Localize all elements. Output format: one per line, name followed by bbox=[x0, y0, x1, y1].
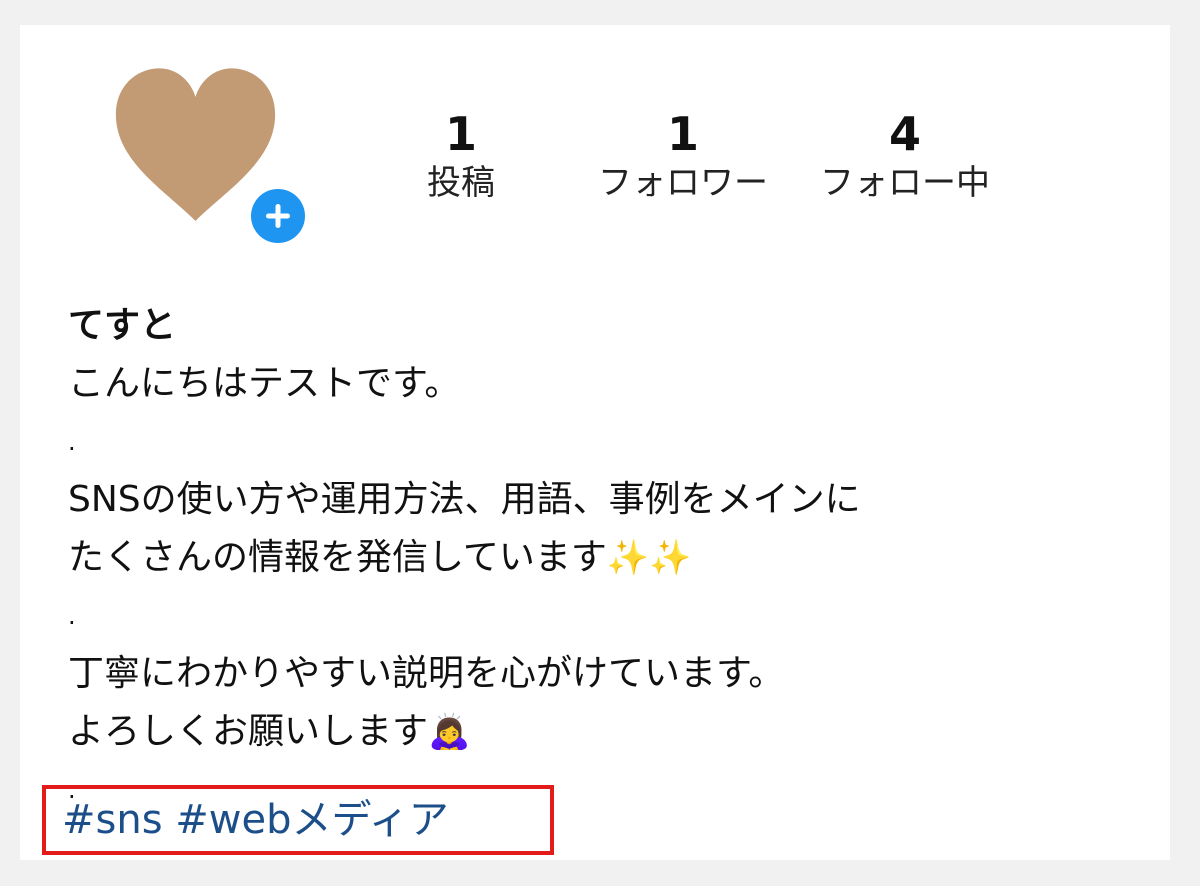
bio-line-text: たくさんの情報を発信しています bbox=[68, 537, 607, 578]
bio-line: こんにちはテストです。 bbox=[68, 363, 461, 404]
bowing-emoji: 🙇‍♀️ bbox=[428, 712, 471, 752]
bio-line-text: よろしくお願いします bbox=[68, 711, 429, 752]
bio-line-with-emoji: よろしくお願いします🙇‍♀️ bbox=[68, 703, 1148, 761]
following-label: フォロー中 bbox=[820, 163, 990, 203]
hashtag-link-webmedia[interactable]: #webメディア bbox=[175, 797, 448, 843]
bio-line-with-emoji: たくさんの情報を発信しています✨✨ bbox=[68, 529, 1148, 587]
add-story-button-circle bbox=[251, 189, 305, 243]
hashtag-list: #sns #webメディア bbox=[62, 793, 449, 847]
plus-icon bbox=[266, 204, 290, 228]
posts-stat[interactable]: 1 投稿 bbox=[351, 107, 571, 205]
hashtag-link-sns[interactable]: #sns bbox=[62, 797, 163, 843]
bio-dot: . bbox=[68, 602, 76, 630]
bio-dot: . bbox=[68, 428, 76, 456]
profile-bio: てすと こんにちはテストです。 . SNSの使い方や運用方法、用語、事例をメイン… bbox=[68, 297, 1148, 819]
sparkles-emoji: ✨✨ bbox=[606, 538, 692, 578]
posts-label: 投稿 bbox=[427, 163, 495, 203]
following-count: 4 bbox=[888, 107, 921, 161]
profile-username: てすと bbox=[68, 305, 177, 346]
bio-line: SNSの使い方や運用方法、用語、事例をメインに bbox=[68, 479, 861, 520]
followers-count: 1 bbox=[666, 107, 699, 161]
posts-count: 1 bbox=[444, 107, 477, 161]
followers-stat[interactable]: 1 フォロワー bbox=[573, 107, 793, 205]
add-story-button[interactable] bbox=[247, 185, 309, 247]
profile-card: 1 投稿 1 フォロワー 4 フォロー中 てすと こんにちはテストです。 . S… bbox=[20, 25, 1170, 860]
bio-line: 丁寧にわかりやすい説明を心がけています。 bbox=[68, 653, 785, 694]
following-stat[interactable]: 4 フォロー中 bbox=[795, 107, 1015, 205]
followers-label: フォロワー bbox=[598, 163, 768, 203]
